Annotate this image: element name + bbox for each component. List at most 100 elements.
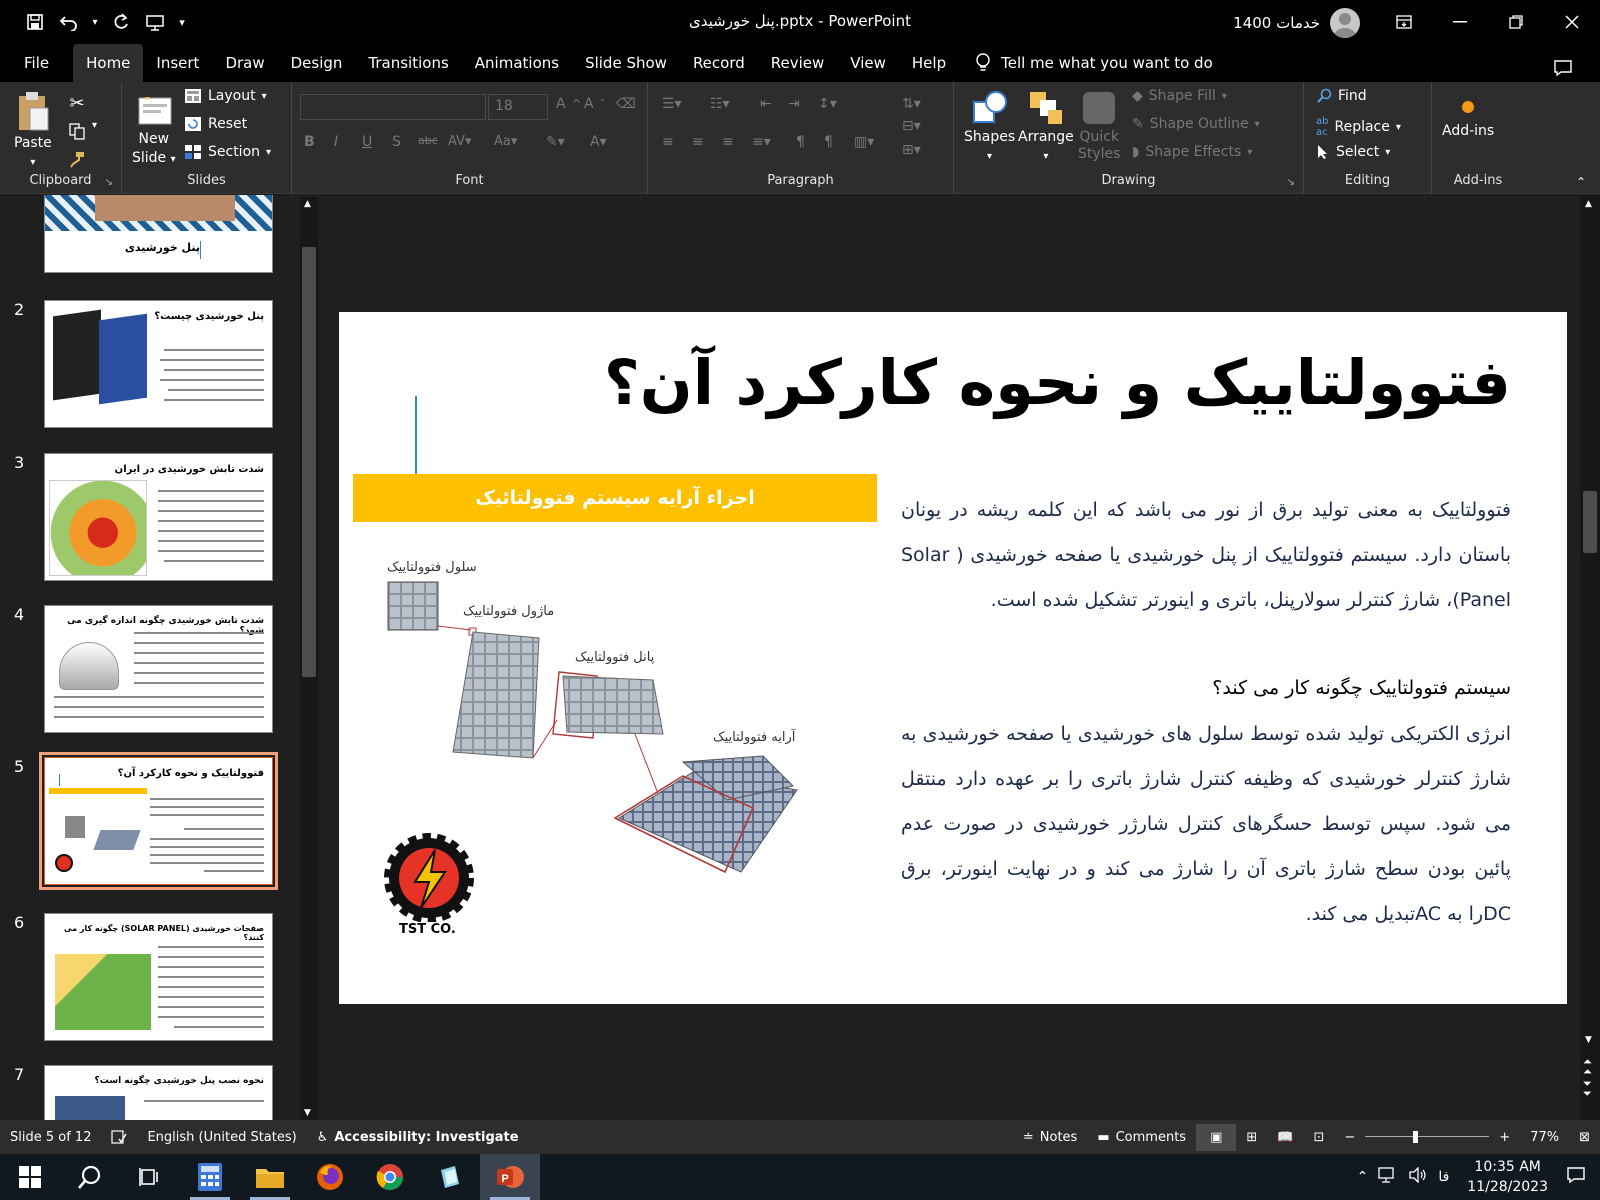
- notepad-app-icon[interactable]: [420, 1154, 480, 1200]
- paste-button[interactable]: Paste ▾: [14, 90, 52, 172]
- fit-to-window-icon[interactable]: ⊠: [1569, 1130, 1600, 1145]
- comments-button[interactable]: ▬ Comments: [1087, 1130, 1196, 1145]
- volume-icon[interactable]: [1408, 1166, 1428, 1187]
- slide-counter[interactable]: Slide 5 of 12: [0, 1130, 101, 1145]
- bold-icon[interactable]: B: [304, 134, 315, 150]
- shapes-button[interactable]: Shapes ▾: [964, 88, 1015, 166]
- tab-insert[interactable]: Insert: [143, 44, 212, 82]
- numbering-icon[interactable]: ☷▾: [710, 96, 730, 112]
- underline-icon[interactable]: U: [362, 134, 372, 150]
- clear-formatting-icon[interactable]: ⌫: [616, 96, 636, 112]
- text-direction-icon[interactable]: ⇅▾: [902, 96, 921, 112]
- slide-thumbnail[interactable]: شدت تابش خورشیدی چگونه اندازه گیری می شو…: [44, 605, 273, 733]
- scrollbar-thumb[interactable]: [302, 247, 316, 677]
- change-case-icon[interactable]: Aa▾: [494, 134, 517, 149]
- tab-file[interactable]: File: [0, 44, 73, 82]
- decrease-indent-icon[interactable]: ⇤: [760, 96, 772, 112]
- next-slide-icon[interactable]: ⏷ ⏷: [1583, 1078, 1592, 1099]
- present-from-start-icon[interactable]: [140, 7, 170, 37]
- scroll-up-arrow-icon[interactable]: ▲: [304, 199, 311, 209]
- arrange-button[interactable]: Arrange ▾: [1018, 88, 1074, 166]
- slide-show-view-icon[interactable]: ⊡: [1303, 1130, 1334, 1145]
- shape-fill-button[interactable]: ◆ Shape Fill ▾: [1132, 88, 1227, 104]
- how-it-works-paragraph[interactable]: انرژی الکتریکی تولید شده توسط سلول های خ…: [901, 712, 1511, 937]
- slide[interactable]: فتوولتاییک و نحوه کارکرد آن؟ اجزاء آرایه…: [339, 312, 1567, 1004]
- slide-thumbnail-selected[interactable]: فتوولتاییک و نحوه کارکرد آن؟: [39, 752, 278, 890]
- tab-view[interactable]: View: [837, 44, 899, 82]
- zoom-in-icon[interactable]: +: [1489, 1130, 1520, 1145]
- thumbnail-scrollbar[interactable]: ▲ ▼: [300, 197, 318, 1122]
- line-spacing-icon[interactable]: ↕▾: [818, 96, 837, 112]
- character-spacing-icon[interactable]: AV▾: [448, 134, 471, 149]
- task-view-icon[interactable]: [120, 1154, 180, 1200]
- smartart-icon[interactable]: ⊞▾: [902, 142, 921, 158]
- zoom-out-icon[interactable]: −: [1334, 1130, 1365, 1145]
- align-text-icon[interactable]: ⊟▾: [902, 118, 921, 134]
- input-language-indicator[interactable]: فا: [1438, 1169, 1449, 1185]
- comments-icon[interactable]: [1548, 53, 1578, 83]
- find-button[interactable]: Find: [1316, 88, 1367, 104]
- notifications-icon[interactable]: [1566, 1166, 1586, 1188]
- scroll-up-arrow-icon[interactable]: ▲: [1585, 199, 1592, 209]
- format-painter-icon[interactable]: [62, 144, 92, 174]
- diagram-banner[interactable]: اجزاء آرایه سیستم فتوولتائیک: [353, 474, 877, 522]
- customize-toolbar-icon[interactable]: ▾: [174, 7, 190, 37]
- how-it-works-heading[interactable]: سیستم فتوولتاییک چگونه کار می کند؟: [1212, 677, 1511, 699]
- previous-slide-icon[interactable]: ⏶ ⏶: [1583, 1056, 1592, 1077]
- tab-review[interactable]: Review: [758, 44, 838, 82]
- slide-thumbnail[interactable]: نحوه نصب پنل خورشیدی چگونه است؟: [44, 1065, 273, 1120]
- show-hidden-icons-icon[interactable]: ⌃: [1357, 1169, 1369, 1185]
- ltr-direction-icon[interactable]: ¶: [796, 134, 805, 150]
- scrollbar-thumb[interactable]: [1583, 491, 1597, 553]
- font-name-input[interactable]: [300, 94, 486, 120]
- collapse-ribbon-icon[interactable]: ⌃: [1576, 175, 1586, 189]
- accessibility-button[interactable]: ♿ Accessibility: Investigate: [307, 1130, 529, 1145]
- slide-title[interactable]: فتوولتاییک و نحوه کارکرد آن؟: [604, 346, 1512, 419]
- justify-icon[interactable]: ≡▾: [752, 134, 771, 150]
- clock[interactable]: 10:35 AM 11/28/2023: [1459, 1157, 1556, 1197]
- shadow-icon[interactable]: S: [392, 134, 401, 150]
- slide-scrollbar[interactable]: ▲ ▼ ⏶ ⏶ ⏷ ⏷: [1580, 195, 1600, 1120]
- italic-icon[interactable]: I: [334, 134, 338, 150]
- chrome-profile-icon[interactable]: [360, 1154, 420, 1200]
- shape-outline-button[interactable]: ✎ Shape Outline ▾: [1132, 116, 1260, 132]
- spelling-check-icon[interactable]: [101, 1129, 137, 1145]
- zoom-slider[interactable]: [1365, 1129, 1490, 1145]
- cut-icon[interactable]: ✂: [62, 88, 92, 118]
- decrease-font-icon[interactable]: Aˇ: [584, 96, 605, 112]
- account-area[interactable]: خدمات 1400: [1233, 8, 1360, 38]
- columns-icon[interactable]: ▥▾: [854, 134, 874, 150]
- shape-effects-button[interactable]: ◗ Shape Effects ▾: [1132, 144, 1252, 160]
- add-ins-button[interactable]: Add-ins: [1442, 92, 1494, 141]
- scroll-down-arrow-icon[interactable]: ▼: [1585, 1035, 1592, 1045]
- layout-button[interactable]: Layout ▾: [184, 88, 267, 104]
- tab-transitions[interactable]: Transitions: [355, 44, 461, 82]
- copy-icon[interactable]: [62, 116, 92, 146]
- select-button[interactable]: Select ▾: [1316, 144, 1390, 160]
- firefox-icon[interactable]: [300, 1154, 360, 1200]
- align-left-icon[interactable]: ≡: [662, 134, 674, 150]
- tab-record[interactable]: Record: [680, 44, 758, 82]
- slide-sorter-view-icon[interactable]: ⊞: [1236, 1130, 1267, 1145]
- zoom-level[interactable]: 77%: [1520, 1130, 1569, 1145]
- reset-button[interactable]: Reset: [184, 116, 247, 132]
- replace-button[interactable]: ab ac Replace ▾: [1316, 116, 1401, 138]
- intro-paragraph[interactable]: فتوولتاییک به معنی تولید برق از نور می ب…: [901, 488, 1511, 623]
- copy-dropdown-icon[interactable]: ▾: [92, 120, 97, 131]
- save-icon[interactable]: [20, 7, 50, 37]
- tell-me-search[interactable]: Tell me what you want to do: [959, 53, 1213, 73]
- highlight-icon[interactable]: ✎▾: [546, 134, 565, 150]
- rtl-direction-icon[interactable]: ¶: [824, 134, 833, 150]
- section-button[interactable]: Section ▾: [184, 144, 271, 160]
- tab-design[interactable]: Design: [278, 44, 356, 82]
- restore-icon[interactable]: [1488, 0, 1544, 44]
- close-icon[interactable]: [1544, 0, 1600, 44]
- slide-thumbnail[interactable]: شدت تابش خورشیدی در ایران: [44, 453, 273, 581]
- new-slide-button[interactable]: New Slide ▾: [132, 90, 176, 169]
- font-size-input[interactable]: 18: [488, 94, 548, 120]
- minimize-icon[interactable]: [1432, 0, 1488, 44]
- slide-thumbnail[interactable]: پنل خورشیدی چیست؟: [44, 300, 273, 428]
- align-right-icon[interactable]: ≡: [722, 134, 734, 150]
- tab-home[interactable]: Home: [73, 44, 144, 82]
- undo-dropdown-icon[interactable]: ▾: [88, 7, 102, 37]
